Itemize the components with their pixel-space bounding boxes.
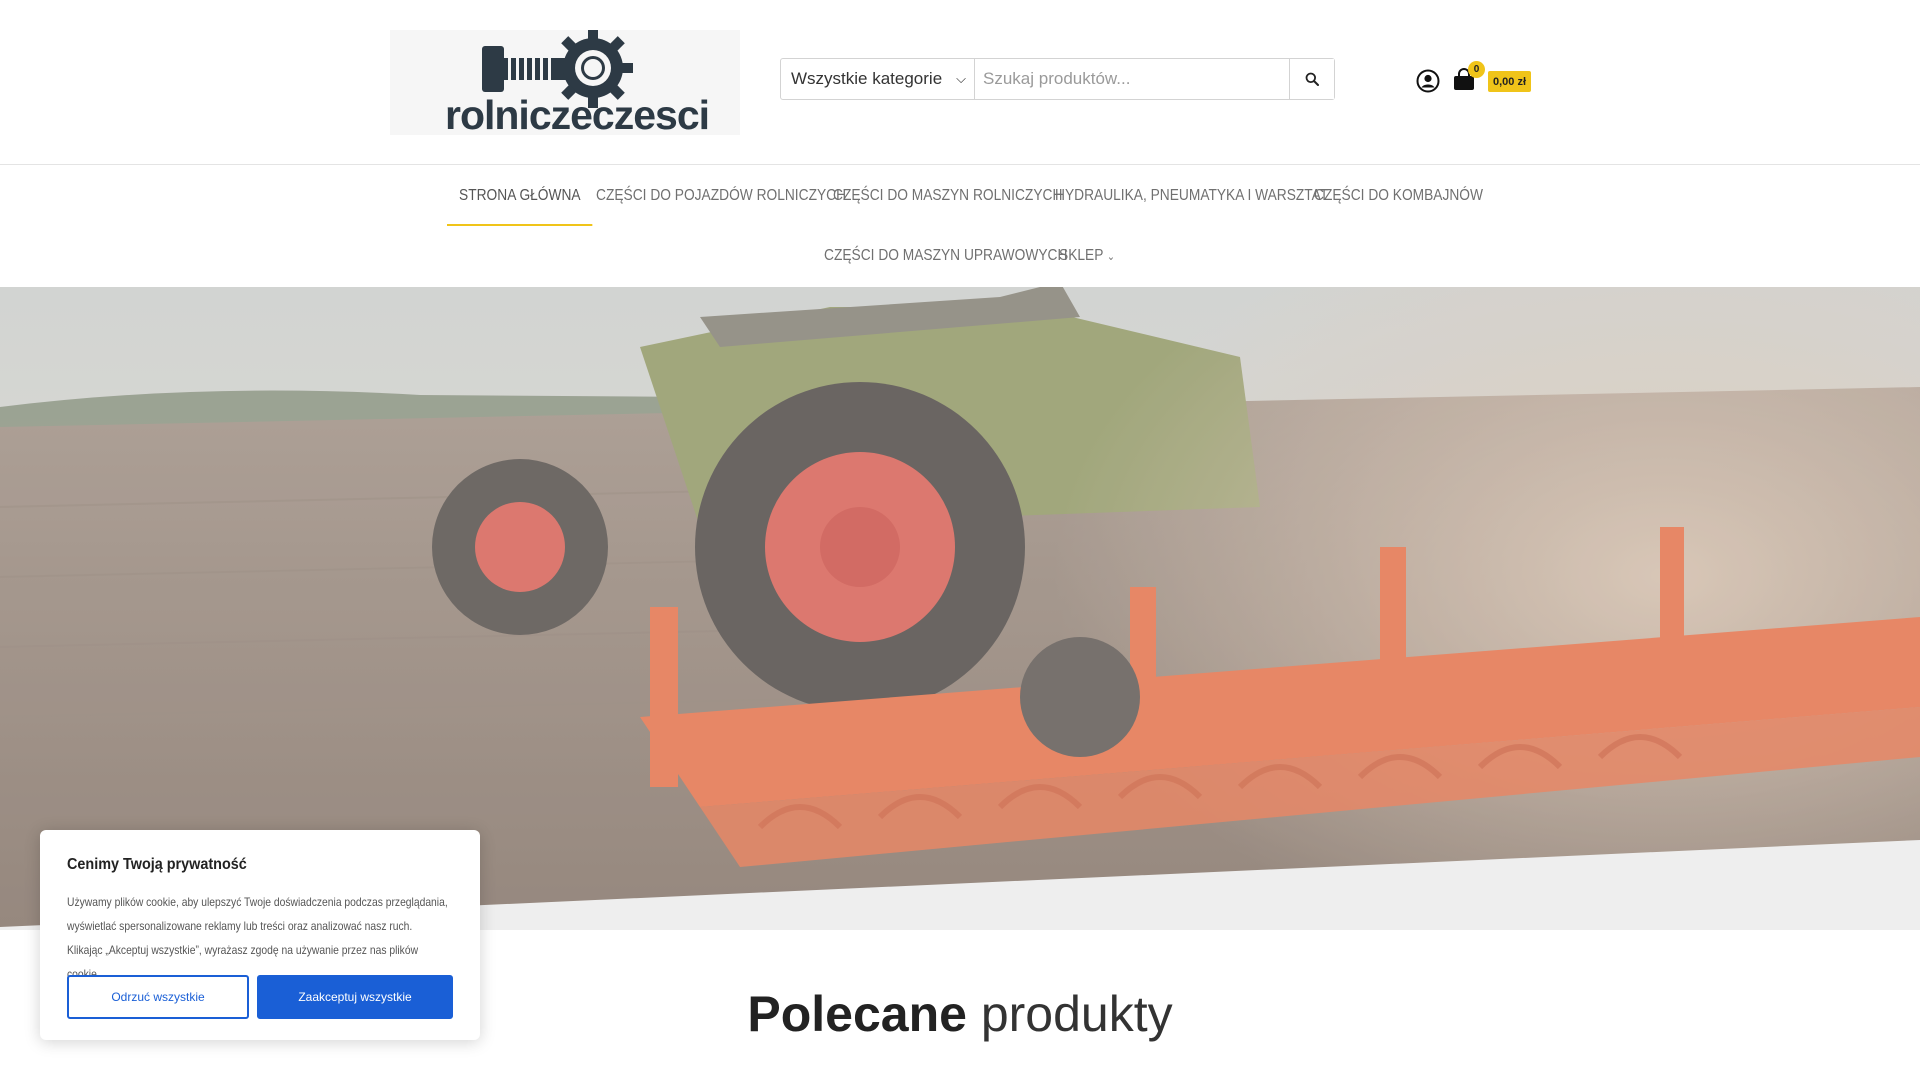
- cart-count-badge: 0: [1468, 61, 1485, 78]
- cookie-consent-dialog: Cenimy Twoją prywatność Używamy plików c…: [40, 830, 480, 1040]
- search-icon: [1305, 72, 1319, 86]
- accept-all-button[interactable]: Zaakceptuj wszystkie: [257, 975, 453, 1019]
- main-navigation: STRONA GŁÓWNA CZĘŚCI DO POJAZDÓW ROLNICZ…: [0, 166, 1920, 286]
- nav-item-shop-label: SKLEP: [1059, 247, 1104, 264]
- nav-item-combine-parts[interactable]: CZĘŚCI DO KOMBAJNÓW: [1302, 166, 1495, 226]
- nav-item-cultivation-parts[interactable]: CZĘŚCI DO MASZYN UPRAWOWYCH: [812, 226, 1079, 286]
- cart-button[interactable]: 0 0,00 zł: [1452, 60, 1532, 96]
- featured-title-bold: Polecane: [747, 986, 967, 1042]
- cookie-text: Używamy plików cookie, aby ulepszyć Twoj…: [67, 895, 448, 981]
- search-button[interactable]: [1289, 59, 1334, 99]
- chevron-down-icon: ⌄: [1106, 251, 1115, 263]
- user-circle-icon: [1416, 69, 1440, 93]
- cart-total: 0,00 zł: [1488, 71, 1532, 92]
- cookie-title: Cenimy Twoją prywatność: [67, 856, 247, 873]
- site-logo[interactable]: rolniczeczesci: [390, 30, 740, 138]
- nav-item-vehicle-parts[interactable]: CZĘŚCI DO POJAZDÓW ROLNICZYCH: [584, 166, 858, 226]
- nav-item-machine-parts[interactable]: CZĘŚCI DO MASZYN ROLNICZYCH: [821, 166, 1074, 226]
- category-select-value: Wszystkie kategorie: [791, 69, 943, 88]
- search-input[interactable]: [975, 59, 1289, 99]
- logo-text: rolniczeczesci: [445, 92, 710, 138]
- account-button[interactable]: [1416, 69, 1440, 93]
- reject-all-button[interactable]: Odrzuć wszystkie: [67, 975, 249, 1019]
- nav-item-home[interactable]: STRONA GŁÓWNA: [447, 166, 593, 226]
- nav-item-shop[interactable]: SKLEP ⌄: [1047, 226, 1127, 286]
- category-select[interactable]: Wszystkie kategorie ⌵: [781, 59, 975, 99]
- chevron-down-icon: ⌵: [956, 71, 966, 86]
- site-header: rolniczeczesci Wszystkie kategorie ⌵ 0 0…: [0, 0, 1920, 165]
- nav-item-hydraulics[interactable]: HYDRAULIKA, PNEUMATYKA I WARSZTAT: [1043, 166, 1340, 226]
- featured-title-light: produkty: [980, 986, 1173, 1042]
- product-search-bar: Wszystkie kategorie ⌵: [780, 58, 1335, 100]
- cookie-buttons: Odrzuć wszystkie Zaakceptuj wszystkie: [67, 975, 453, 1019]
